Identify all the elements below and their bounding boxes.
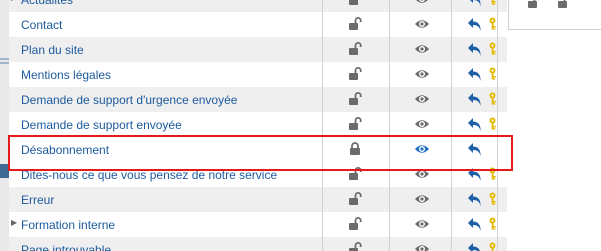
key-icon[interactable] <box>488 242 497 251</box>
undo-arrow-icon[interactable] <box>467 91 483 107</box>
key-icon[interactable] <box>488 17 497 30</box>
table-row[interactable]: Contact <box>9 12 507 37</box>
table-row[interactable]: Désabonnement <box>9 137 507 162</box>
page-name-link[interactable]: Demande de support envoyée <box>21 118 182 132</box>
key-icon[interactable] <box>488 117 497 130</box>
sidebar-marker <box>0 164 9 178</box>
key-icon[interactable] <box>488 192 497 205</box>
key-icon[interactable] <box>488 167 497 180</box>
unlocked-padlock-icon[interactable] <box>348 242 362 251</box>
side-panel <box>508 0 601 30</box>
eye-icon[interactable] <box>414 68 430 80</box>
undo-arrow-icon[interactable] <box>467 66 483 82</box>
sidebar-marker <box>0 62 9 64</box>
undo-arrow-icon[interactable] <box>467 41 483 57</box>
key-icon[interactable] <box>488 42 497 55</box>
key-icon[interactable] <box>488 67 497 80</box>
key-icon[interactable] <box>488 217 497 230</box>
undo-arrow-icon[interactable] <box>467 241 483 251</box>
column-divider <box>322 0 323 251</box>
table-row[interactable]: Erreur <box>9 187 507 212</box>
page-name-link[interactable]: Désabonnement <box>21 143 109 157</box>
undo-arrow-icon[interactable] <box>467 0 483 7</box>
undo-arrow-icon[interactable] <box>467 116 483 132</box>
key-icon[interactable] <box>488 0 497 5</box>
expand-caret-icon[interactable]: ▶ <box>11 0 17 2</box>
page-name-link[interactable]: Mentions légales <box>21 68 111 82</box>
column-divider <box>451 0 452 251</box>
page-name-link[interactable]: Page introuvable <box>21 243 111 251</box>
sidebar-marker <box>0 58 9 60</box>
pages-table: ▶ Actualités Contact Plan du site Mentions l… <box>9 0 507 251</box>
undo-arrow-icon[interactable] <box>467 191 483 207</box>
unlocked-padlock-icon[interactable] <box>348 217 362 231</box>
eye-icon[interactable] <box>414 218 430 230</box>
unlocked-padlock-icon <box>528 0 541 8</box>
eye-icon[interactable] <box>414 243 430 251</box>
table-row[interactable]: Page introuvable <box>9 237 507 251</box>
unlocked-padlock-icon[interactable] <box>348 92 362 106</box>
unlocked-padlock-icon[interactable] <box>348 67 362 81</box>
page-name-link[interactable]: Contact <box>21 18 62 32</box>
page-name-link[interactable]: Erreur <box>21 193 54 207</box>
column-divider <box>389 0 390 251</box>
expand-caret-icon[interactable]: ▶ <box>11 218 17 227</box>
locked-padlock-icon[interactable] <box>348 142 362 156</box>
table-row[interactable]: Demande de support d'urgence envoyée <box>9 87 507 112</box>
left-sidebar-edge <box>0 0 9 251</box>
table-row[interactable]: Demande de support envoyée <box>9 112 507 137</box>
page-name-link[interactable]: Plan du site <box>21 43 84 57</box>
unlocked-padlock-icon[interactable] <box>348 42 362 56</box>
unlocked-padlock-icon[interactable] <box>348 117 362 131</box>
undo-arrow-icon[interactable] <box>467 141 483 157</box>
table-row[interactable]: Dites-nous ce que vous pensez de notre s… <box>9 162 507 187</box>
unlocked-padlock-icon[interactable] <box>348 17 362 31</box>
column-divider <box>497 0 498 251</box>
page-name-link[interactable]: Dites-nous ce que vous pensez de notre s… <box>21 168 277 182</box>
eye-icon[interactable] <box>414 0 430 5</box>
undo-arrow-icon[interactable] <box>467 166 483 182</box>
undo-arrow-icon[interactable] <box>467 16 483 32</box>
eye-icon[interactable] <box>414 18 430 30</box>
unlocked-padlock-icon[interactable] <box>348 167 362 181</box>
eye-icon[interactable] <box>414 93 430 105</box>
eye-icon[interactable] <box>414 43 430 55</box>
undo-arrow-icon[interactable] <box>467 216 483 232</box>
unlocked-padlock-icon <box>558 0 571 8</box>
table-row[interactable]: Plan du site <box>9 37 507 62</box>
unlocked-padlock-icon[interactable] <box>348 0 362 6</box>
unlocked-padlock-icon[interactable] <box>348 192 362 206</box>
page-name-link[interactable]: Actualités <box>21 0 73 7</box>
table-row[interactable]: ▶ Actualités <box>9 0 507 12</box>
eye-icon[interactable] <box>414 168 430 180</box>
page-name-link[interactable]: Demande de support d'urgence envoyée <box>21 93 237 107</box>
page-tree-panel: ▶ Actualités Contact Plan du site Mentions l… <box>0 0 601 251</box>
eye-icon[interactable] <box>414 118 430 130</box>
table-row[interactable]: ▶ Formation interne <box>9 212 507 237</box>
page-name-link[interactable]: Formation interne <box>21 218 115 232</box>
eye-icon[interactable] <box>414 143 430 155</box>
key-icon[interactable] <box>488 92 497 105</box>
eye-icon[interactable] <box>414 193 430 205</box>
table-row[interactable]: Mentions légales <box>9 62 507 87</box>
